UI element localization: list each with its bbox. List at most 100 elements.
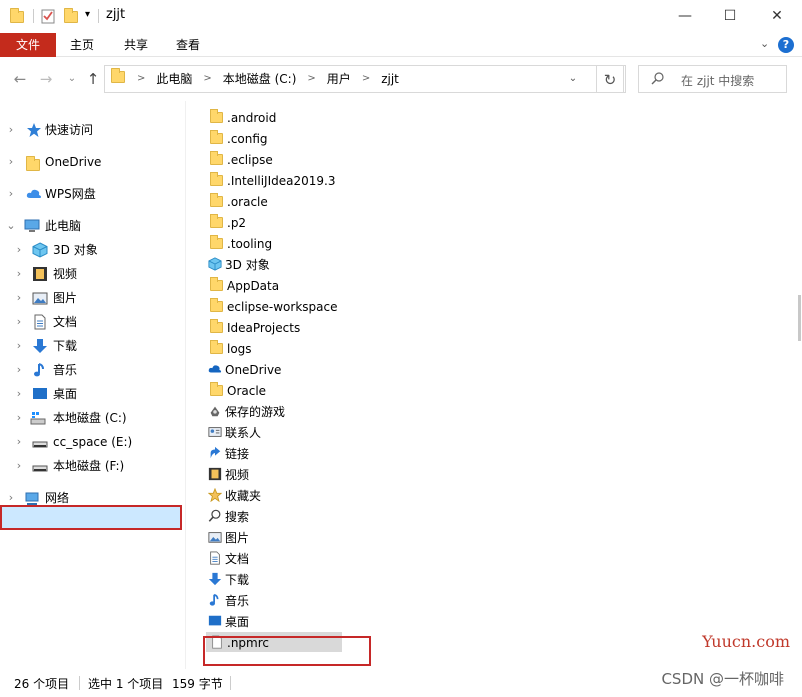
up-arrow-icon[interactable]: ↑ xyxy=(83,69,103,89)
list-item[interactable]: 3D 对象 xyxy=(208,255,270,275)
sidebar-item-videos[interactable]: › 视频 xyxy=(0,263,186,285)
sidebar-item-label: WPS网盘 xyxy=(45,187,96,201)
sidebar-item-desktop[interactable]: › 桌面 xyxy=(0,383,186,405)
help-icon[interactable]: ? xyxy=(778,37,794,53)
sidebar-item-3d-objects[interactable]: › 3D 对象 xyxy=(0,239,186,261)
chevron-right-icon[interactable]: › xyxy=(6,487,16,509)
sidebar-item-documents[interactable]: › 文档 xyxy=(0,311,186,333)
list-item[interactable]: 图片 xyxy=(208,528,249,548)
list-item[interactable]: .config xyxy=(210,129,268,149)
list-item[interactable]: 视频 xyxy=(208,465,249,485)
list-item[interactable]: 链接 xyxy=(208,444,249,464)
chevron-right-icon[interactable]: › xyxy=(14,431,24,453)
sidebar-item-local-disk-c[interactable]: › 本地磁盘 (C:) xyxy=(0,407,182,429)
list-item[interactable]: 收藏夹 xyxy=(208,486,261,506)
file-name: 收藏夹 xyxy=(225,489,262,503)
close-button[interactable]: ✕ xyxy=(760,4,794,28)
divider xyxy=(230,676,231,690)
sidebar-item-this-pc[interactable]: ⌄ 此电脑 xyxy=(0,215,186,237)
forward-arrow-icon[interactable]: → xyxy=(36,69,56,89)
folder-icon xyxy=(210,298,223,312)
list-item[interactable]: 音乐 xyxy=(208,591,249,611)
address-bar[interactable]: > 此电脑 > 本地磁盘 (C:) > 用户 > zjjt ⌄ xyxy=(104,65,626,93)
tab-file[interactable]: 文件 xyxy=(0,33,56,57)
folder-icon xyxy=(26,156,42,172)
back-arrow-icon[interactable]: ← xyxy=(10,69,30,89)
customize-toolbar-icon[interactable]: ▾ xyxy=(85,9,90,27)
folder-icon[interactable] xyxy=(10,8,24,26)
chevron-right-icon[interactable]: › xyxy=(14,455,24,477)
chevron-down-icon[interactable]: ⌄ xyxy=(6,215,16,237)
folder-icon xyxy=(210,277,223,291)
cloud-icon xyxy=(208,365,222,373)
folder-icon xyxy=(210,130,223,144)
chevron-down-icon[interactable]: ⌄ xyxy=(760,37,769,50)
sidebar-item-downloads[interactable]: › 下载 xyxy=(0,335,186,357)
sidebar-item-label: 本地磁盘 (C:) xyxy=(53,411,127,425)
list-item[interactable]: .android xyxy=(210,108,276,128)
sidebar-item-cc-space[interactable]: › cc_space (E:) xyxy=(0,431,186,453)
chevron-right-icon[interactable]: › xyxy=(14,311,24,333)
tab-home[interactable]: 主页 xyxy=(56,33,108,57)
drive-icon xyxy=(32,441,48,448)
breadcrumb-users[interactable]: 用户 xyxy=(324,66,354,92)
list-item[interactable]: .eclipse xyxy=(210,150,273,170)
list-item[interactable]: 联系人 xyxy=(208,423,261,443)
chevron-right-icon[interactable]: › xyxy=(6,119,16,141)
file-name: 保存的游戏 xyxy=(225,405,286,419)
sidebar-item-label: 本地磁盘 (F:) xyxy=(53,459,125,473)
minimize-button[interactable]: — xyxy=(668,4,702,28)
recent-locations-icon[interactable]: ⌄ xyxy=(62,69,82,89)
list-item[interactable]: OneDrive xyxy=(208,360,281,380)
list-item[interactable]: IdeaProjects xyxy=(210,318,300,338)
sidebar-item-music[interactable]: › 音乐 xyxy=(0,359,186,381)
list-item[interactable]: Oracle xyxy=(210,381,266,401)
properties-icon[interactable] xyxy=(41,8,55,26)
network-icon xyxy=(25,492,39,505)
folder-icon xyxy=(210,382,223,396)
chevron-right-icon[interactable]: › xyxy=(6,183,16,205)
folder-icon xyxy=(210,214,223,228)
maximize-button[interactable]: ☐ xyxy=(713,4,747,28)
refresh-button[interactable]: ↻ xyxy=(596,65,624,93)
breadcrumb-local-disk[interactable]: 本地磁盘 (C:) xyxy=(220,66,300,92)
sidebar-item-local-disk-f[interactable]: › 本地磁盘 (F:) xyxy=(0,455,186,477)
chevron-right-icon[interactable]: › xyxy=(14,407,24,429)
breadcrumb-zjjt[interactable]: zjjt xyxy=(378,66,402,92)
list-item[interactable]: eclipse-workspace xyxy=(210,297,337,317)
chevron-right-icon[interactable]: › xyxy=(6,151,16,173)
folder-icon xyxy=(210,151,223,165)
list-item[interactable]: logs xyxy=(210,339,252,359)
list-item[interactable]: 搜索 xyxy=(208,507,249,527)
tab-share[interactable]: 共享 xyxy=(110,33,162,57)
cloud-icon xyxy=(26,189,41,198)
list-item[interactable]: 文档 xyxy=(208,549,249,569)
sidebar-item-network[interactable]: › 网络 xyxy=(0,487,186,509)
sidebar-item-pictures[interactable]: › 图片 xyxy=(0,287,186,309)
chevron-right-icon[interactable]: › xyxy=(14,383,24,405)
list-item[interactable]: .IntelliJIdea2019.3 xyxy=(210,171,335,191)
list-item[interactable]: .tooling xyxy=(210,234,272,254)
chevron-right-icon[interactable]: › xyxy=(14,239,24,261)
new-folder-icon[interactable] xyxy=(64,8,78,26)
list-item[interactable]: 下载 xyxy=(208,570,249,590)
tab-view[interactable]: 查看 xyxy=(162,33,214,57)
chevron-right-icon[interactable]: › xyxy=(14,359,24,381)
sidebar-item-quick-access[interactable]: › 快速访问 xyxy=(0,119,186,141)
chevron-right-icon[interactable]: › xyxy=(14,263,24,285)
list-item[interactable]: .p2 xyxy=(210,213,246,233)
vertical-scrollbar[interactable] xyxy=(797,101,802,669)
sidebar-item-wps[interactable]: › WPS网盘 xyxy=(0,183,186,205)
address-dropdown-icon[interactable]: ⌄ xyxy=(563,66,583,92)
sidebar-item-onedrive[interactable]: › OneDrive xyxy=(0,151,186,173)
file-name: 视频 xyxy=(225,468,250,482)
list-item[interactable]: 桌面 xyxy=(208,612,249,632)
list-item[interactable]: .oracle xyxy=(210,192,268,212)
chevron-right-icon[interactable]: › xyxy=(14,335,24,357)
chevron-right-icon[interactable]: › xyxy=(14,287,24,309)
list-item[interactable]: 保存的游戏 xyxy=(208,402,285,422)
sidebar-item-label: 此电脑 xyxy=(45,219,82,233)
breadcrumb-this-pc[interactable]: 此电脑 xyxy=(153,66,195,92)
list-item[interactable]: AppData xyxy=(210,276,279,296)
search-input[interactable]: 在 zjjt 中搜索 xyxy=(638,65,787,93)
